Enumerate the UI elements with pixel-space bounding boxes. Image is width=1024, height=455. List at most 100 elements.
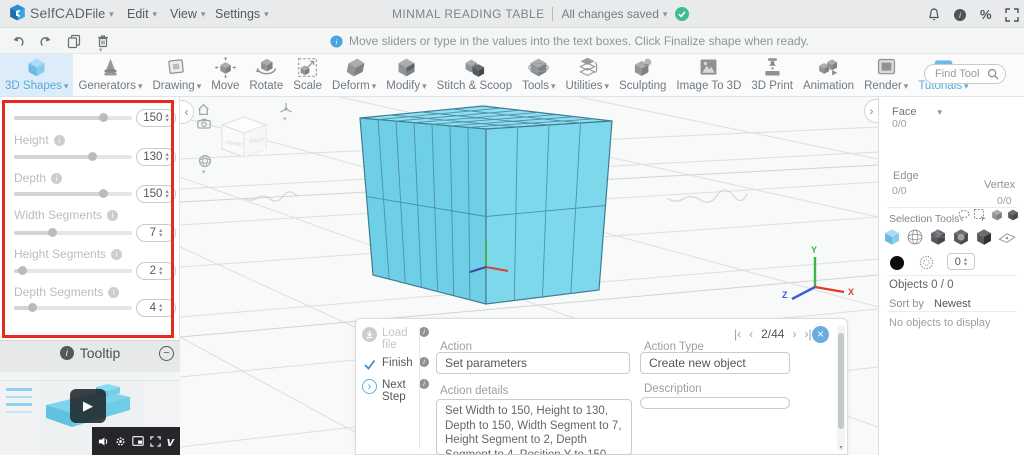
depth-value-spinner[interactable]: 150 ▴ ▾ [136, 185, 176, 203]
toolbar-item-3d-shapes[interactable]: 3D Shapes ▾ [0, 54, 74, 96]
face-mode-selector[interactable]: Face ▾ [892, 106, 942, 118]
action-details-textarea[interactable]: Set Width to 150, Height to 130, Depth t… [436, 399, 632, 455]
menu-edit[interactable]: Edit ▾ [127, 0, 157, 28]
perspective-globe-icon[interactable] [198, 154, 212, 168]
panel-scrollbar[interactable]: ▾ [837, 325, 845, 451]
toolbar-item-rotate[interactable]: Rotate [244, 54, 288, 96]
first-page-button[interactable]: |‹ [734, 327, 741, 341]
shortcuts-percent-icon[interactable]: % [980, 7, 996, 23]
toolbar-item-animation[interactable]: Animation [798, 54, 859, 96]
redo-icon[interactable] [38, 33, 54, 49]
select-face-mode-icon[interactable] [974, 227, 994, 247]
spinner-arrows-icon[interactable]: ▴ ▾ [159, 227, 162, 239]
spinner-arrows-icon[interactable]: ▴ ▾ [165, 151, 168, 163]
select-voxel-mode-icon[interactable] [928, 227, 948, 247]
toolbar-item-generators[interactable]: Generators ▾ [73, 54, 147, 96]
menu-settings[interactable]: Settings ▾ [215, 0, 269, 28]
toolbar-item-deform[interactable]: Deform ▾ [327, 54, 381, 96]
last-page-button[interactable]: ›| [804, 327, 811, 341]
action-input[interactable] [436, 352, 630, 374]
cube-select-alt-icon[interactable] [1006, 208, 1020, 222]
tutorial-video-player[interactable]: ▶ v [0, 365, 180, 455]
height-segments-spinner[interactable]: 2 ▴ ▾ [136, 262, 176, 280]
close-panel-button[interactable]: × [812, 326, 829, 343]
toolbar-item-stitch-scoop[interactable]: Stitch & Scoop [432, 54, 517, 96]
brush-solid-icon[interactable] [889, 255, 905, 271]
depth-segments-slider[interactable] [14, 303, 132, 312]
menu-file[interactable]: File ▾ [85, 0, 114, 28]
axis-display-icon[interactable] [279, 102, 293, 116]
depth-segments-spinner[interactable]: 4 ▴ ▾ [136, 299, 176, 317]
width-value-spinner[interactable]: 150 ▴ ▾ [136, 109, 176, 127]
spinner-arrows-icon[interactable]: ▴ ▾ [165, 188, 168, 200]
vimeo-logo-icon[interactable]: v [167, 434, 174, 449]
menu-view[interactable]: View ▾ [170, 0, 205, 28]
tooltip-minimize-button[interactable]: − [159, 346, 174, 361]
volume-icon[interactable] [98, 436, 109, 447]
home-view-icon[interactable] [197, 103, 210, 116]
app-name: SelfCAD [30, 4, 86, 21]
toolbar-item-3d-print[interactable]: 3D Print [746, 54, 798, 96]
save-status[interactable]: All changes saved ▾ [561, 7, 667, 21]
app-logo[interactable]: SelfCAD [8, 3, 85, 22]
spinner-arrows-icon[interactable]: ▴ ▾ [964, 256, 967, 268]
info-icon: i [419, 357, 429, 367]
toolbar-item-utilities[interactable]: Utilities ▾ [560, 54, 614, 96]
view-cube[interactable]: FRONT RIGHT [216, 111, 272, 163]
height-value-spinner[interactable]: 130 ▴ ▾ [136, 148, 176, 166]
toolbar-item-render[interactable]: Render ▾ [859, 54, 913, 96]
sort-select[interactable]: Newest [934, 298, 971, 310]
video-fullscreen-icon[interactable] [150, 435, 161, 447]
toolbar-item-move[interactable]: Move [206, 54, 244, 96]
notifications-bell-icon[interactable] [926, 7, 942, 23]
video-ui-topbar [0, 365, 180, 372]
find-tool-search[interactable]: Find Tool [924, 64, 1006, 84]
select-plane-mode-icon[interactable] [997, 227, 1017, 247]
tools-icon [528, 58, 550, 77]
width-segments-slider[interactable] [14, 228, 132, 237]
width-segments-spinner[interactable]: 7 ▴ ▾ [136, 224, 176, 242]
fullscreen-icon[interactable] [1004, 7, 1020, 23]
info-icon[interactable]: i [952, 7, 968, 23]
box-select-icon[interactable] [973, 208, 987, 222]
depth-slider[interactable] [14, 189, 132, 198]
video-settings-gear-icon[interactable] [115, 436, 126, 447]
cube-select-icon[interactable] [990, 208, 1004, 222]
search-icon[interactable] [987, 68, 999, 80]
toolbar-item-drawing[interactable]: Drawing ▾ [148, 54, 207, 96]
description-input[interactable] [640, 397, 790, 409]
spinner-arrows-icon[interactable]: ▴ ▾ [159, 302, 162, 314]
select-solid-mode-icon[interactable] [882, 227, 902, 247]
select-sphere-cube-mode-icon[interactable] [951, 227, 971, 247]
select-wireframe-mode-icon[interactable] [905, 227, 925, 247]
copy-icon[interactable] [66, 33, 82, 49]
undo-icon[interactable] [10, 33, 26, 49]
stitch-scoop-icon [465, 59, 484, 77]
spinner-arrows-icon[interactable]: ▴ ▾ [165, 112, 168, 124]
width-slider[interactable] [14, 113, 132, 122]
toolbar-item-image-to-3d[interactable]: Image To 3D [671, 54, 746, 96]
scroll-down-arrow-icon[interactable]: ▾ [837, 444, 845, 451]
height-segments-slider[interactable] [14, 266, 132, 275]
delete-caret-icon[interactable]: ▾ [99, 46, 103, 54]
toolbar-item-tools[interactable]: Tools ▾ [517, 54, 560, 96]
pip-icon[interactable] [132, 436, 144, 446]
toolbar-item-sculpting[interactable]: Sculpting [614, 54, 671, 96]
toolbar-item-scale[interactable]: Scale [288, 54, 327, 96]
lasso-select-icon[interactable] [957, 208, 971, 222]
brush-soft-icon[interactable] [919, 255, 934, 270]
prev-page-button[interactable]: ‹ [749, 327, 753, 341]
vertex-label: Vertex [984, 179, 1016, 191]
next-page-button[interactable]: › [792, 327, 796, 341]
video-play-button[interactable]: ▶ [70, 389, 106, 423]
delete-trash-icon[interactable] [95, 33, 111, 49]
spinner-arrows-icon[interactable]: ▴ ▾ [159, 265, 162, 277]
height-slider[interactable] [14, 152, 132, 161]
globe-caret-icon[interactable]: ▾ [202, 168, 206, 176]
page-indicator: 2/44 [761, 327, 785, 341]
axis-display-caret-icon[interactable]: ▾ [283, 115, 287, 123]
camera-icon[interactable] [197, 118, 211, 129]
brush-size-spinner[interactable]: 0 ▴ ▾ [947, 253, 975, 270]
toolbar-item-modify[interactable]: Modify ▾ [381, 54, 431, 96]
action-type-input[interactable] [640, 352, 790, 374]
